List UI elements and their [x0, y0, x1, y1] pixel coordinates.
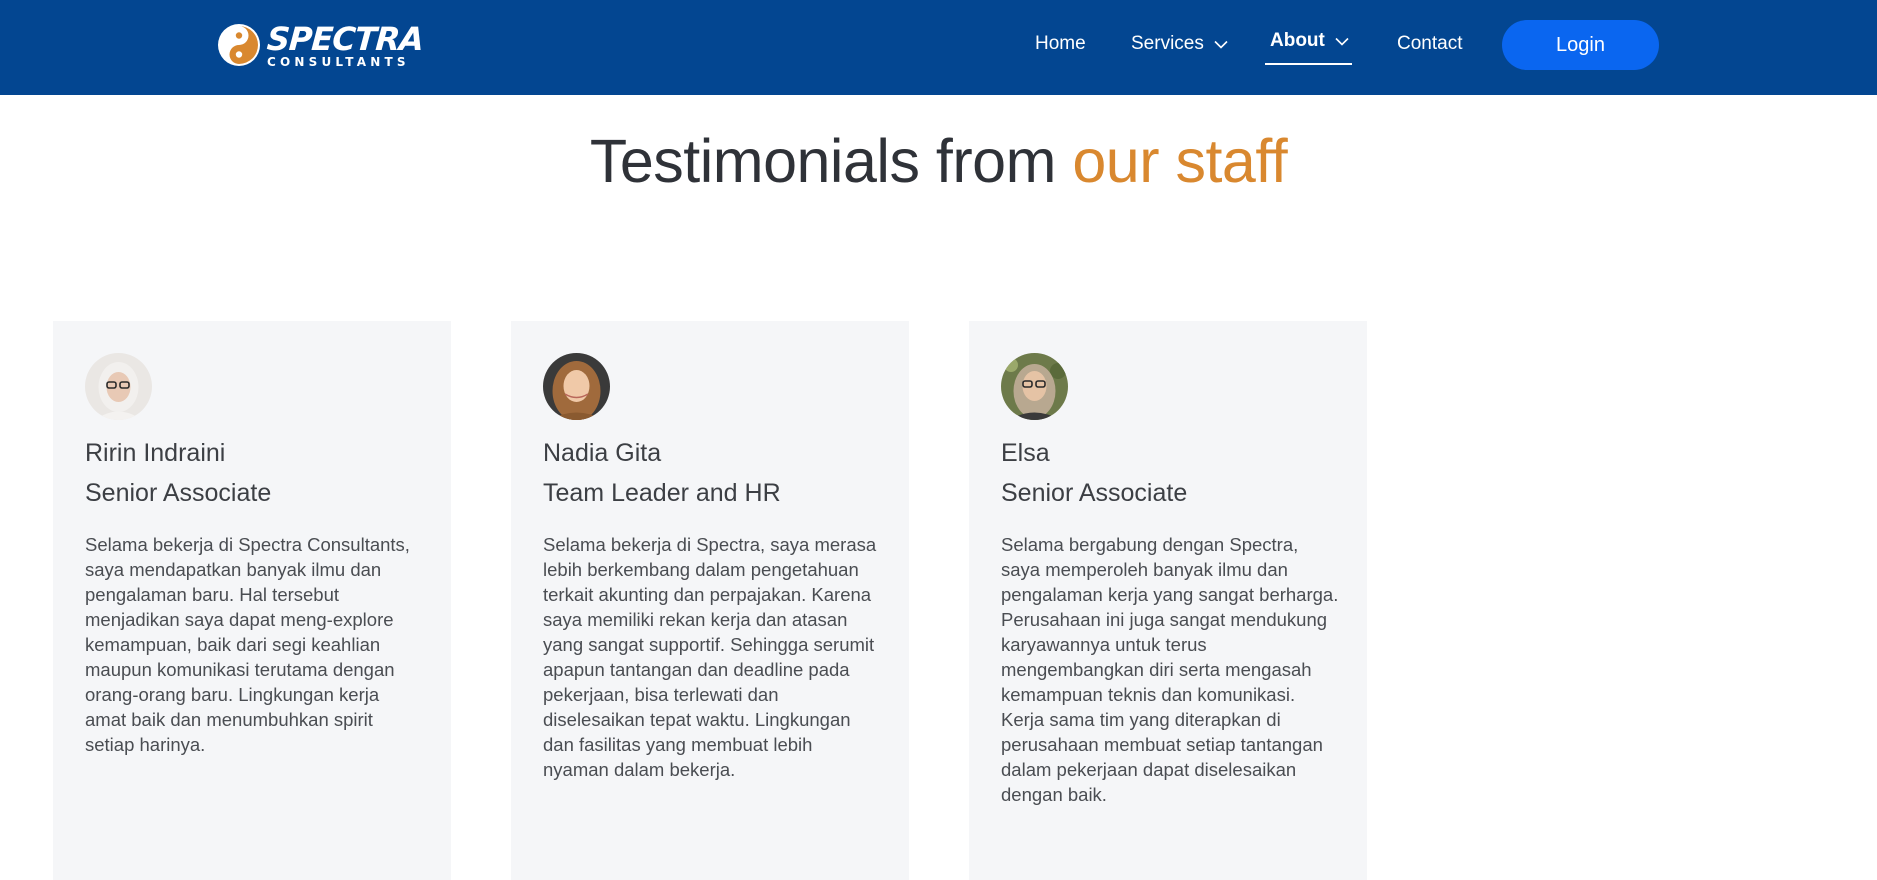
spectra-logo[interactable]: SPECTRA CONSULTANTS — [217, 19, 425, 70]
testimonial-text: Selama bergabung dengan Spectra, saya me… — [1001, 534, 1339, 805]
testimonial-card: Elsa Senior Associate Selama bergabung d… — [969, 321, 1367, 880]
testimonial-card: Nadia Gita Team Leader and HR Selama bek… — [511, 321, 909, 880]
nav-services-label: Services — [1131, 33, 1204, 54]
spectra-logo-icon — [218, 24, 260, 66]
testimonial-role: Senior Associate — [85, 479, 272, 507]
logo-text: SPECTRA CONSULTANTS — [265, 19, 425, 68]
nav-about-label: About — [1270, 30, 1325, 51]
avatar-photo — [543, 353, 610, 420]
logo-wordmark: SPECTRA — [265, 19, 425, 58]
nav-contact-label: Contact — [1397, 33, 1463, 54]
avatar-photo — [1001, 353, 1068, 420]
avatar — [1001, 353, 1068, 420]
nav-about[interactable]: About — [1270, 30, 1349, 52]
heading-accent-text: our staff — [1072, 127, 1288, 195]
testimonial-role: Team Leader and HR — [543, 479, 781, 507]
nav-home-label: Home — [1035, 33, 1086, 54]
avatar — [543, 353, 610, 420]
testimonial-name: Nadia Gita — [543, 439, 662, 467]
heading-main-text: Testimonials from — [589, 127, 1073, 195]
avatar-photo — [85, 353, 152, 420]
avatar — [85, 353, 152, 420]
testimonial-card: Ririn Indraini Senior Associate Selama b… — [53, 321, 451, 880]
testimonial-text: Selama bekerja di Spectra Consultants, s… — [85, 534, 410, 755]
nav-active-underline — [1265, 63, 1352, 65]
testimonial-text: Selama bekerja di Spectra, saya merasa l… — [543, 534, 877, 780]
page-heading: Testimonials from our staff — [0, 126, 1877, 196]
chevron-down-icon — [1214, 40, 1228, 49]
login-button[interactable]: Login — [1502, 20, 1659, 70]
testimonial-role: Senior Associate — [1001, 479, 1188, 507]
testimonial-name: Ririn Indraini — [85, 439, 226, 467]
testimonial-name: Elsa — [1001, 439, 1050, 467]
nav-home[interactable]: Home — [1035, 33, 1086, 55]
nav-services[interactable]: Services — [1131, 33, 1228, 55]
top-navbar: SPECTRA CONSULTANTS Home Services About … — [0, 0, 1877, 95]
nav-contact[interactable]: Contact — [1397, 33, 1462, 55]
login-button-label: Login — [1556, 33, 1605, 56]
chevron-down-icon — [1335, 37, 1349, 46]
